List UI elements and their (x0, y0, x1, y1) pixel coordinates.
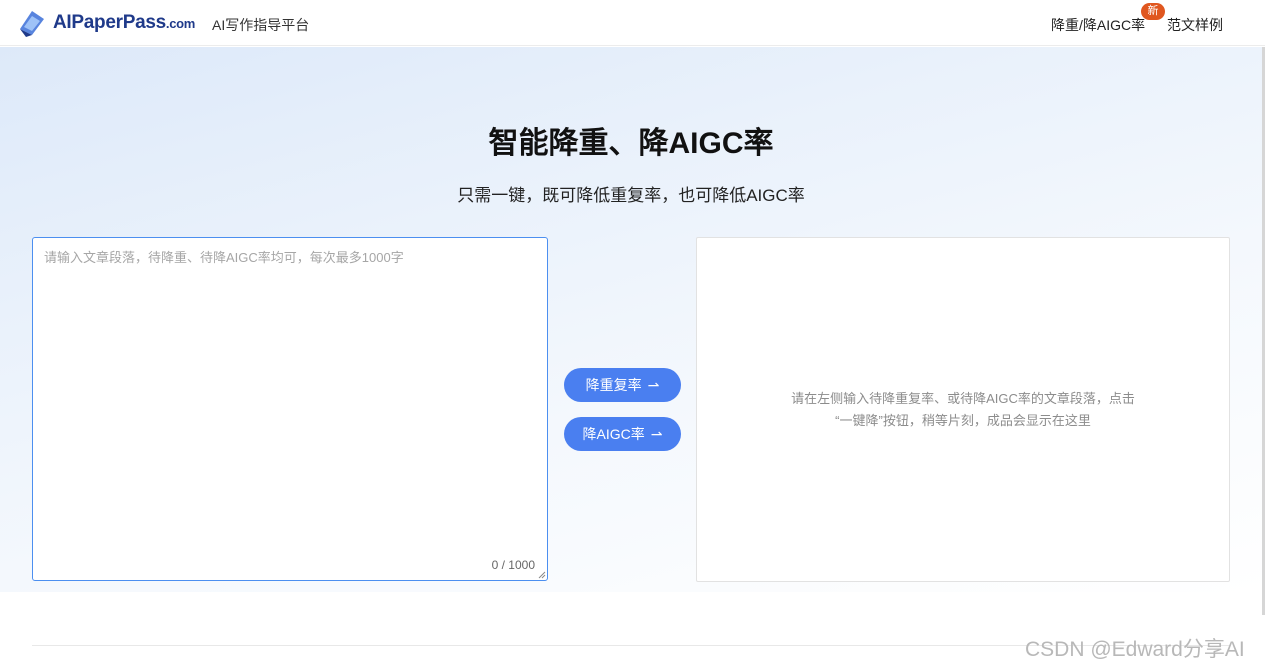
reduce-aigc-label: 降AIGC率 (582, 426, 645, 442)
reduce-duplicate-button[interactable]: 降重复率 ⇀ (564, 368, 681, 402)
article-input[interactable] (33, 238, 547, 580)
output-hint-line-1: 请在左侧输入待降重复率、或待降AIGC率的文章段落，点击 (791, 391, 1135, 406)
watermark: CSDN @Edward分享AI (1025, 638, 1245, 661)
output-hint: 请在左侧输入待降重复率、或待降AIGC率的文章段落，点击 “一键降”按钮，稍等片… (757, 388, 1169, 432)
logo-name: AIPaperPass (53, 12, 166, 33)
nav-reduce-duplicate-aigc[interactable]: 降重/降AIGC率 (1051, 15, 1145, 35)
top-header: AIPaperPass.com AI写作指导平台 降重/降AIGC率 新 范文样… (0, 0, 1265, 46)
new-badge: 新 (1141, 3, 1165, 20)
nav-sample-essays[interactable]: 范文样例 (1167, 15, 1223, 35)
input-panel: 0 / 1000 (32, 237, 548, 581)
reduce-aigc-button[interactable]: 降AIGC率 ⇀ (564, 417, 681, 451)
page-subtitle: 只需一键，既可降低重复率，也可降低AIGC率 (457, 186, 805, 205)
reduce-duplicate-label: 降重复率 (585, 377, 642, 393)
logo-domain: .com (165, 16, 196, 31)
arrow-right-icon: ⇀ (650, 425, 663, 442)
char-counter: 0 / 1000 (491, 558, 535, 572)
logo-icon[interactable] (16, 7, 48, 39)
output-panel: 请在左侧输入待降重复率、或待降AIGC率的文章段落，点击 “一键降”按钮，稍等片… (696, 237, 1230, 582)
logo-text[interactable]: AIPaperPass.com (53, 12, 195, 34)
output-hint-line-2: “一键降”按钮，稍等片刻，成品会显示在这里 (835, 413, 1091, 428)
resize-handle-icon[interactable] (538, 571, 546, 579)
logo-subtitle: AI写作指导平台 (212, 17, 310, 33)
page-title: 智能降重、降AIGC率 (488, 127, 774, 160)
arrow-right-icon: ⇀ (647, 376, 660, 393)
